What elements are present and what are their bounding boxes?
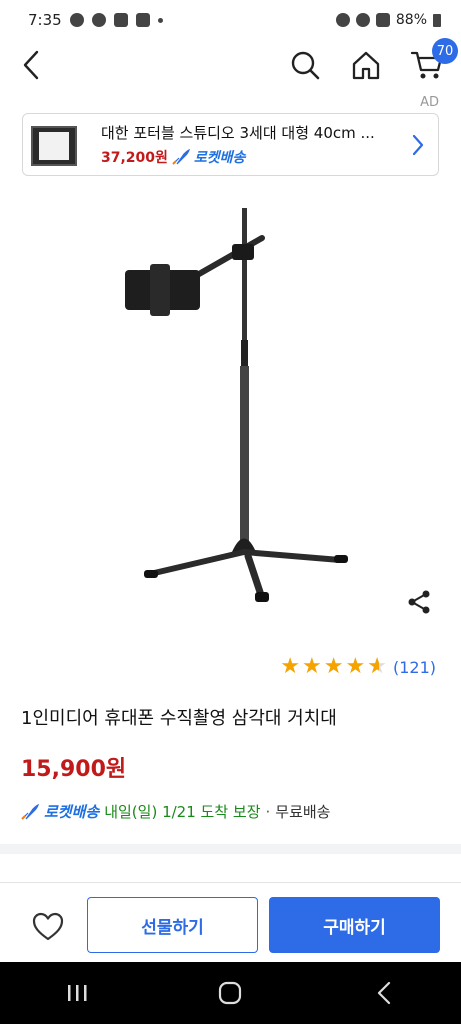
- wifi-icon: [355, 13, 370, 27]
- more-notifications-icon: [157, 17, 163, 23]
- cube-notification-icon: [113, 13, 128, 27]
- status-bar: 7:35 88%: [0, 0, 461, 40]
- delivery-separator: ·: [265, 802, 271, 821]
- product-price: 15,900원: [21, 757, 127, 782]
- battery-percent: 88%: [395, 12, 427, 28]
- recent-apps-icon: [67, 985, 87, 1001]
- signal-icon: [375, 13, 390, 27]
- star-icon: ★: [345, 654, 366, 679]
- system-nav-bar: [0, 962, 461, 1024]
- home-circle-icon: [219, 981, 242, 1005]
- ad-label: AD: [420, 95, 439, 110]
- ad-banner[interactable]: 대한 포터블 스튜디오 3세대 대형 40cm ... 37,200원 로켓배송: [22, 113, 439, 176]
- status-left: 7:35: [28, 11, 163, 29]
- home-button[interactable]: [345, 44, 387, 86]
- review-count[interactable]: (121): [393, 658, 436, 677]
- rocket-icon: [21, 803, 39, 820]
- gallery-notification-icon: [135, 13, 150, 27]
- home-system-button[interactable]: [200, 973, 260, 1013]
- half-star-icon: ★: [367, 656, 387, 679]
- wishlist-button[interactable]: [26, 905, 70, 949]
- status-time: 7:35: [28, 11, 62, 29]
- ad-rocket-label: 로켓배송: [193, 150, 246, 166]
- section-divider: [0, 844, 461, 854]
- system-back-button[interactable]: [354, 973, 414, 1013]
- phone-stand-illustration: [125, 208, 348, 602]
- delivery-rocket-label: 로켓배송: [44, 803, 100, 821]
- chat-notification-icon: [69, 13, 84, 27]
- bottom-action-bar: 선물하기 구매하기: [0, 882, 461, 962]
- search-button[interactable]: [284, 44, 326, 86]
- ad-price: 37,200원: [101, 150, 168, 166]
- ad-price-line: 37,200원 로켓배송: [101, 147, 408, 167]
- ad-title: 대한 포터블 스튜디오 3세대 대형 40cm ...: [101, 124, 375, 142]
- delivery-info: 로켓배송 내일(일) 1/21 도착 보장 · 무료배송: [21, 801, 330, 822]
- status-right: 88%: [335, 12, 441, 28]
- product-rating[interactable]: ★ ★ ★ ★ ★ (121): [280, 654, 436, 679]
- search-icon: [291, 51, 320, 80]
- talk-notification-icon: [91, 13, 106, 27]
- cart-button[interactable]: 70: [406, 38, 458, 86]
- buy-button[interactable]: 구매하기: [269, 897, 440, 953]
- product-title: 1인미디어 휴대폰 수직촬영 삼각대 거치대: [21, 708, 337, 729]
- recent-apps-button[interactable]: [47, 973, 107, 1013]
- free-shipping: 무료배송: [275, 803, 331, 821]
- share-button[interactable]: [402, 585, 436, 619]
- delivery-date: 내일(일) 1/21 도착 보장: [104, 803, 261, 821]
- star-icon: ★: [280, 654, 301, 679]
- product-image[interactable]: [0, 190, 461, 640]
- ad-text: 대한 포터블 스튜디오 3세대 대형 40cm ... 37,200원 로켓배송: [101, 122, 408, 167]
- heart-icon: [32, 912, 64, 941]
- cart-count-badge: 70: [432, 38, 458, 64]
- gift-button[interactable]: 선물하기: [87, 897, 258, 953]
- back-arrow-icon: [23, 50, 39, 80]
- star-icon: ★: [323, 654, 344, 679]
- rocket-icon: [172, 149, 190, 165]
- home-icon: [352, 51, 380, 80]
- chevron-right-icon: [412, 134, 424, 155]
- ad-product-thumbnail: [27, 120, 81, 170]
- star-icon: ★: [302, 654, 322, 679]
- share-icon: [408, 590, 430, 614]
- top-nav: 70: [0, 38, 461, 90]
- system-back-icon: [378, 981, 391, 1005]
- alarm-icon: [335, 13, 350, 27]
- ad-chevron: [408, 134, 428, 156]
- battery-icon: [433, 13, 441, 27]
- back-button[interactable]: [10, 44, 52, 86]
